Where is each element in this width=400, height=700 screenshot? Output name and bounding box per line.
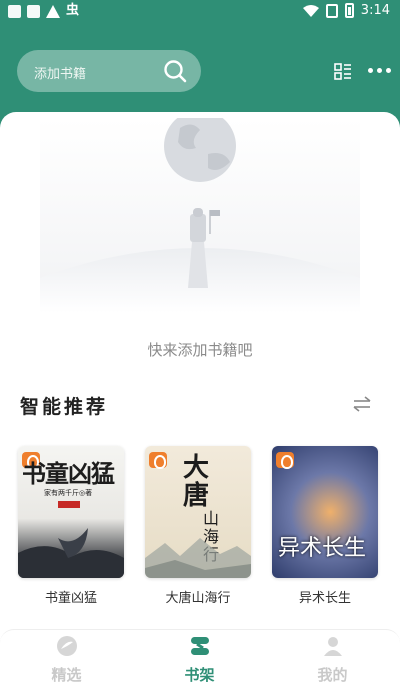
- battery-icon: [344, 3, 354, 18]
- section-title-recommend: 智能推荐: [20, 396, 109, 418]
- warning-icon: [46, 4, 60, 18]
- book-cover[interactable]: 大唐 山海行: [145, 446, 251, 578]
- status-time: 3:14: [360, 3, 390, 18]
- search-bar[interactable]: 添加书籍: [17, 50, 201, 92]
- nav-label: 精选: [51, 666, 82, 684]
- sim-icon: [325, 3, 338, 18]
- discover-icon: [56, 636, 77, 656]
- book-title[interactable]: 书童凶猛: [18, 587, 124, 606]
- cover-title: 书童凶猛: [22, 459, 115, 488]
- profile-icon: [323, 637, 342, 656]
- hot-badge-icon: [276, 452, 294, 469]
- empty-shelf-message: 快来添加书籍吧: [147, 341, 253, 359]
- notification-icon: [8, 4, 21, 18]
- wifi-icon: [302, 4, 319, 17]
- empty-shelf-illustration: [40, 118, 360, 313]
- search-icon[interactable]: [163, 59, 187, 83]
- book-card[interactable]: 大唐 山海行 大唐山海行: [145, 446, 251, 606]
- book-cover[interactable]: 书童凶猛 家有两千斤◎著: [18, 446, 124, 578]
- book-title[interactable]: 异术长生: [272, 587, 378, 606]
- nav-item-profile[interactable]: 我的: [266, 630, 399, 685]
- nav-label: 书架: [184, 666, 215, 684]
- nav-item-discover[interactable]: 精选: [0, 630, 133, 685]
- cover-title: 大唐: [183, 453, 210, 511]
- top-header: 虫 3:14 添加书籍: [0, 0, 400, 130]
- nav-item-bookshelf[interactable]: 书架: [133, 630, 266, 685]
- grid-list-icon[interactable]: [334, 63, 352, 80]
- bottom-nav: 精选 书架 我的: [0, 629, 400, 700]
- notification-icon: [27, 4, 40, 18]
- more-icon[interactable]: [368, 68, 391, 73]
- search-input[interactable]: 添加书籍: [34, 63, 86, 82]
- bookshelf-icon: [190, 637, 209, 655]
- cover-author: 家有两千斤◎著: [44, 489, 93, 497]
- book-cover[interactable]: 异术长生: [272, 446, 378, 578]
- nav-label: 我的: [317, 666, 348, 684]
- cover-title: 异术长生: [278, 536, 367, 561]
- refresh-swap-icon[interactable]: [352, 396, 372, 412]
- hot-badge-icon: [149, 452, 167, 469]
- status-bar: 虫 3:14: [0, 0, 400, 24]
- cover-art: [145, 538, 251, 578]
- book-card[interactable]: 异术长生 异术长生: [272, 446, 378, 606]
- cover-tag: [58, 501, 80, 508]
- cover-art: [18, 528, 124, 578]
- app-notification-icon: 虫: [66, 3, 80, 18]
- book-title[interactable]: 大唐山海行: [145, 587, 251, 606]
- book-card[interactable]: 书童凶猛 家有两千斤◎著 书童凶猛: [18, 446, 124, 606]
